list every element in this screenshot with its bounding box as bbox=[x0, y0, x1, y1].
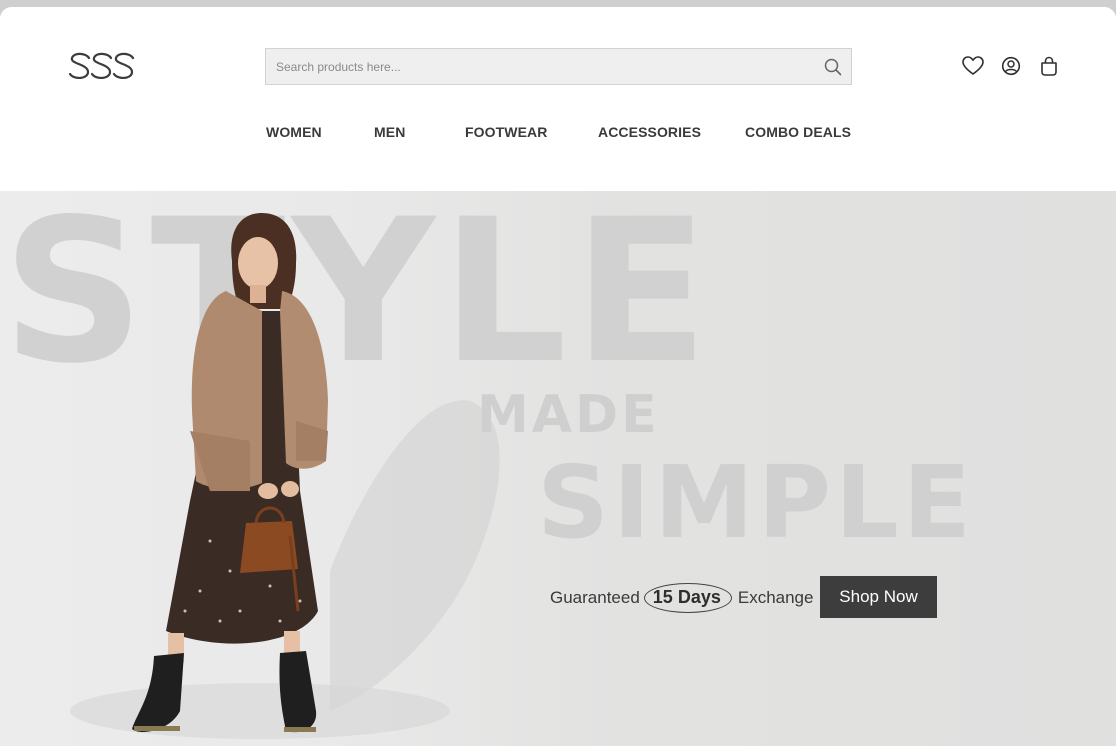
nav-item-accessories[interactable]: ACCESSORIES bbox=[598, 124, 701, 140]
nav-item-women[interactable]: WOMEN bbox=[266, 124, 322, 140]
nav-item-men[interactable]: MEN bbox=[374, 124, 405, 140]
main-nav: WOMEN MEN FOOTWEAR ACCESSORIES COMBO DEA… bbox=[0, 124, 1116, 144]
exchange-promo: Guaranteed 15 Days Exchange bbox=[550, 581, 813, 615]
shopping-bag-icon[interactable] bbox=[1038, 55, 1060, 77]
user-circle-icon[interactable] bbox=[1000, 55, 1022, 77]
nav-item-footwear[interactable]: FOOTWEAR bbox=[465, 124, 547, 140]
search-icon[interactable] bbox=[815, 49, 851, 84]
site-header: WOMEN MEN FOOTWEAR ACCESSORIES COMBO DEA… bbox=[0, 7, 1116, 191]
hero-banner: STYLE MADE SIMPLE Guaranteed 15 Days Exc… bbox=[0, 191, 1116, 746]
page-frame: WOMEN MEN FOOTWEAR ACCESSORIES COMBO DEA… bbox=[0, 7, 1116, 746]
logo-mark bbox=[68, 52, 135, 79]
nav-item-combo-deals[interactable]: COMBO DEALS bbox=[745, 124, 851, 140]
brand-logo[interactable] bbox=[68, 49, 136, 85]
promo-text-before: Guaranteed bbox=[550, 588, 640, 607]
heart-icon[interactable] bbox=[962, 55, 984, 77]
search-bar bbox=[265, 48, 852, 85]
shop-now-button[interactable]: Shop Now bbox=[820, 576, 937, 618]
promo-days-badge: 15 Days bbox=[643, 583, 732, 613]
search-input[interactable] bbox=[266, 49, 815, 84]
model-photo bbox=[70, 213, 500, 739]
promo-text-after: Exchange bbox=[737, 588, 814, 607]
header-icons bbox=[962, 55, 1060, 77]
